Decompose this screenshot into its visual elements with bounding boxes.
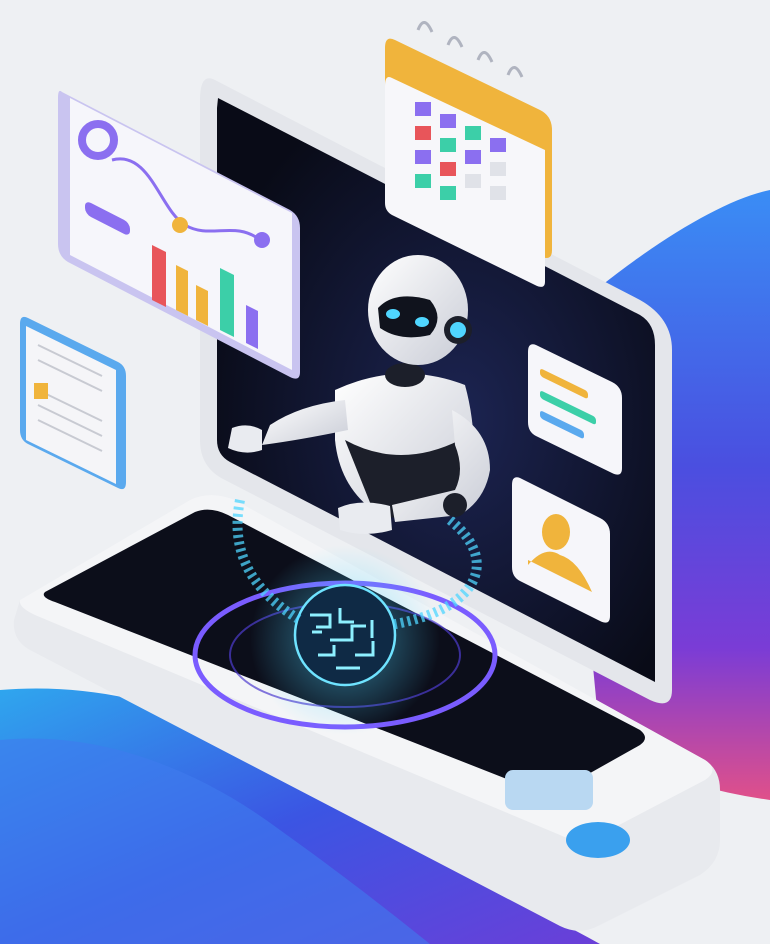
home-button[interactable] <box>566 822 630 858</box>
document-tag-icon <box>34 383 48 399</box>
device-pad <box>505 770 593 810</box>
document-card <box>20 316 126 490</box>
ai-robot-illustration <box>0 21 770 944</box>
user-avatar-icon <box>542 514 570 550</box>
